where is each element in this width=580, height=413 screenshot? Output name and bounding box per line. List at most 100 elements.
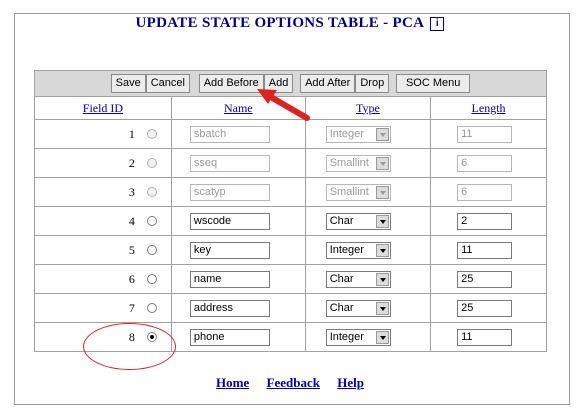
length-input[interactable]: 25	[457, 299, 513, 317]
field-id-value: 4	[128, 213, 135, 228]
length-input[interactable]: 25	[457, 270, 513, 288]
chevron-down-icon[interactable]	[375, 272, 389, 286]
length-cell: 11	[430, 235, 547, 265]
length-cell: 6	[430, 148, 547, 178]
length-input[interactable]: 11	[457, 241, 513, 259]
field-id-cell: 4	[34, 206, 172, 236]
type-cell: Char	[304, 293, 432, 323]
home-link[interactable]: Home	[216, 375, 249, 390]
table-row: 7 address Char 25	[34, 293, 547, 323]
field-id-cell: 7	[34, 293, 172, 323]
field-id-cell: 2	[34, 148, 172, 178]
field-id-value: 7	[128, 300, 135, 315]
type-select[interactable]: Integer	[325, 241, 391, 259]
soc-menu-button[interactable]: SOC Menu	[395, 74, 471, 93]
table-row: 3 scatyp Smallint 6	[34, 177, 547, 207]
name-cell: key	[170, 235, 306, 265]
help-link[interactable]: Help	[337, 375, 364, 390]
type-cell: Integer	[304, 322, 432, 352]
field-id-cell: 3	[34, 177, 172, 207]
field-id-value: 3	[128, 184, 135, 199]
name-input[interactable]: phone	[189, 328, 270, 346]
red-arrow-annotation	[257, 89, 310, 121]
type-cell: Integer	[304, 235, 432, 265]
length-input[interactable]: 2	[457, 212, 513, 230]
row-select-radio[interactable]	[146, 302, 157, 313]
type-select: Smallint	[325, 183, 391, 201]
field-id-cell: 1	[34, 119, 172, 149]
length-sort-link[interactable]: Length	[472, 101, 506, 115]
name-input: sbatch	[189, 125, 270, 143]
type-select[interactable]: Integer	[325, 328, 391, 346]
chevron-down-icon[interactable]	[375, 301, 389, 315]
type-select-value: Integer	[329, 330, 364, 343]
type-cell: Char	[304, 206, 432, 236]
chevron-down-icon[interactable]	[375, 330, 389, 344]
type-select-value: Integer	[329, 243, 364, 256]
row-select-radio	[146, 157, 157, 168]
table-row: 2 sseq Smallint 6	[34, 148, 547, 178]
type-select: Integer	[325, 125, 391, 143]
row-select-radio[interactable]	[146, 273, 157, 284]
row-select-radio[interactable]	[146, 244, 157, 255]
add-before-button[interactable]: Add Before	[198, 74, 264, 93]
chevron-down-icon[interactable]	[375, 214, 389, 228]
row-select-radio[interactable]	[146, 215, 157, 226]
type-select[interactable]: Char	[325, 212, 391, 230]
page-title-text: UPDATE STATE OPTIONS TABLE - PCA	[135, 15, 424, 31]
name-cell: scatyp	[170, 177, 306, 207]
type-sort-link[interactable]: Type	[356, 101, 380, 115]
name-cell: address	[170, 293, 306, 323]
name-cell: name	[170, 264, 306, 294]
name-input: scatyp	[189, 183, 270, 201]
chevron-down-icon	[375, 185, 389, 199]
cancel-button[interactable]: Cancel	[145, 74, 190, 93]
feedback-link[interactable]: Feedback	[267, 375, 320, 390]
length-cell: 6	[430, 177, 547, 207]
field-id-cell: 6	[34, 264, 172, 294]
header-type[interactable]: Type	[304, 96, 432, 120]
name-input[interactable]: name	[189, 270, 270, 288]
field-id-sort-link[interactable]: Field ID	[83, 101, 123, 115]
length-input[interactable]: 11	[457, 328, 513, 346]
header-length[interactable]: Length	[430, 96, 547, 120]
field-id-value: 2	[128, 155, 135, 170]
name-input[interactable]: key	[189, 241, 270, 259]
type-select: Smallint	[325, 154, 391, 172]
name-input[interactable]: address	[189, 299, 270, 317]
name-sort-link[interactable]: Name	[224, 101, 253, 115]
row-select-radio	[146, 186, 157, 197]
table-row: 6 name Char 25	[34, 264, 547, 294]
type-cell: Integer	[304, 119, 432, 149]
type-select-value: Char	[329, 272, 354, 285]
length-cell: 25	[430, 293, 547, 323]
type-select[interactable]: Char	[325, 299, 391, 317]
type-select-value: Char	[329, 214, 354, 227]
type-cell: Smallint	[304, 148, 432, 178]
name-cell: phone	[170, 322, 306, 352]
name-cell: wscode	[170, 206, 306, 236]
field-id-value: 6	[128, 271, 135, 286]
name-cell: sseq	[170, 148, 306, 178]
field-id-value: 5	[128, 242, 135, 257]
length-input: 6	[457, 154, 513, 172]
field-id-value: 1	[128, 126, 135, 141]
selected-row-highlight-annotation	[83, 323, 176, 370]
row-select-radio	[146, 128, 157, 139]
length-cell: 11	[430, 322, 547, 352]
length-input: 6	[457, 183, 513, 201]
page-title: UPDATE STATE OPTIONS TABLE - PCA i	[0, 15, 580, 32]
type-select[interactable]: Char	[325, 270, 391, 288]
chevron-down-icon	[375, 156, 389, 170]
header-field-id[interactable]: Field ID	[34, 96, 172, 120]
type-select-value: Smallint	[329, 185, 369, 198]
save-button[interactable]: Save	[110, 74, 146, 93]
length-cell: 2	[430, 206, 547, 236]
name-input[interactable]: wscode	[189, 212, 270, 230]
length-cell: 25	[430, 264, 547, 294]
type-select-value: Smallint	[329, 156, 369, 169]
chevron-down-icon[interactable]	[375, 243, 389, 257]
type-select-value: Integer	[329, 127, 364, 140]
drop-button[interactable]: Drop	[355, 74, 390, 93]
info-icon[interactable]: i	[430, 17, 445, 31]
